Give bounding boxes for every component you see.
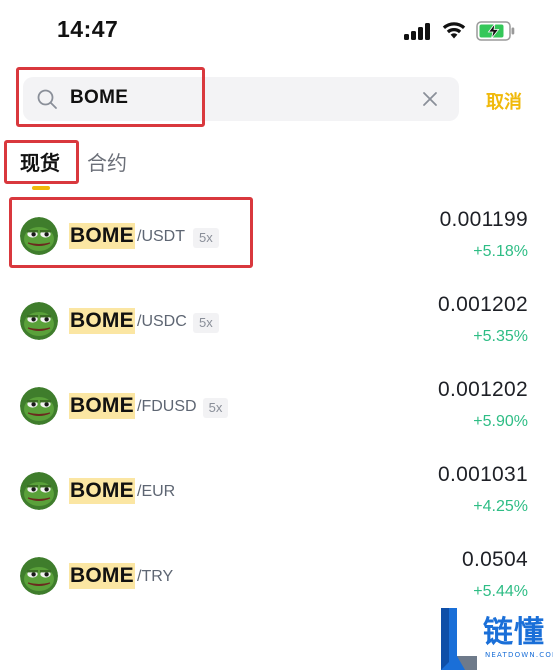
pair-quote-symbol: /FDUSD	[137, 398, 197, 415]
cancel-button[interactable]: 取消	[486, 88, 522, 114]
price-change-percent: +5.44%	[473, 583, 528, 600]
battery-charging-icon	[476, 21, 515, 41]
pepe-avatar-icon	[20, 217, 58, 255]
tab-futures[interactable]: 合约	[87, 147, 127, 176]
pair-quote-symbol: /TRY	[137, 568, 174, 585]
pepe-avatar-icon	[20, 302, 58, 340]
watermark-name: 链懂	[483, 615, 545, 650]
result-row[interactable]: BOME/USDT 5x 0.001199 +5.18%	[0, 200, 553, 286]
price-change-percent: +5.18%	[473, 243, 528, 260]
pair-base-symbol: BOME	[69, 308, 135, 334]
last-price: 0.001202	[438, 378, 528, 401]
leverage-badge: 5x	[202, 398, 229, 418]
wifi-icon	[442, 22, 466, 39]
pair-base-symbol: BOME	[69, 393, 135, 419]
leverage-badge: 5x	[193, 228, 219, 248]
leverage-badge: 5x	[193, 313, 219, 333]
watermark-logo: 链懂 NEATDOWN.COM	[433, 603, 553, 672]
close-icon[interactable]	[420, 89, 440, 109]
watermark-sub: NEATDOWN.COM	[485, 651, 553, 659]
tab-spot[interactable]: 现货	[20, 147, 60, 176]
pair-quote-symbol: /EUR	[137, 483, 176, 500]
search-input[interactable]: BOME	[70, 87, 128, 109]
price-change-percent: +5.35%	[473, 328, 528, 345]
active-tab-indicator	[32, 186, 50, 190]
result-row[interactable]: BOME/USDC 5x 0.001202 +5.35%	[0, 285, 553, 371]
pair-quote-symbol: /USDC	[137, 313, 187, 330]
price-change-percent: +5.90%	[473, 413, 528, 430]
pepe-avatar-icon	[20, 387, 58, 425]
status-bar: 14:47	[0, 0, 553, 60]
result-row[interactable]: BOME/EUR 0.001031 +4.25%	[0, 455, 553, 541]
last-price: 0.001031	[438, 463, 528, 486]
last-price: 0.0504	[461, 548, 528, 571]
search-box[interactable]: BOME	[23, 77, 459, 121]
search-icon	[37, 89, 57, 109]
price-change-percent: +4.25%	[473, 498, 528, 515]
cellular-signal-icon	[404, 22, 430, 40]
logo-l-icon	[441, 608, 477, 670]
result-row[interactable]: BOME/FDUSD 5x 0.001202 +5.90%	[0, 370, 553, 456]
pepe-avatar-icon	[20, 557, 58, 595]
last-price: 0.001202	[438, 293, 528, 316]
status-time: 14:47	[57, 16, 119, 42]
last-price: 0.001199	[439, 208, 528, 231]
pair-base-symbol: BOME	[69, 223, 135, 249]
pair-quote-symbol: /USDT	[137, 228, 185, 245]
pepe-avatar-icon	[20, 472, 58, 510]
pair-base-symbol: BOME	[69, 563, 135, 589]
pair-base-symbol: BOME	[69, 478, 135, 504]
